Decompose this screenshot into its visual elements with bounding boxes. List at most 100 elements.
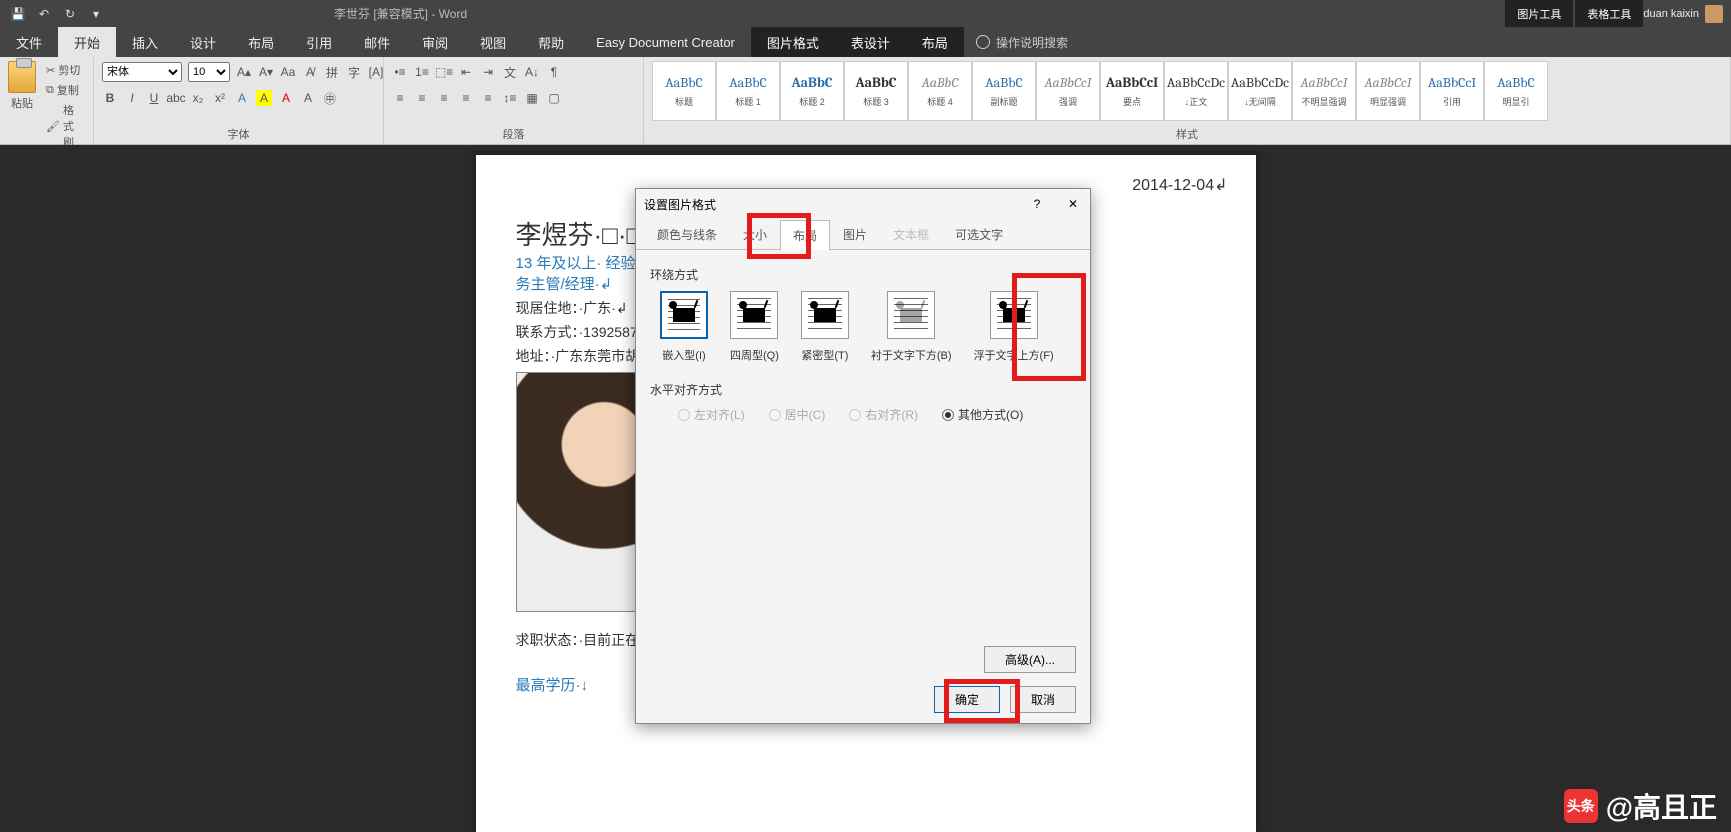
text-effects-icon[interactable]: A <box>234 90 250 106</box>
style-card[interactable]: AaBbC标题 3 <box>844 61 908 121</box>
tab-table-design[interactable]: 表设计 <box>835 27 906 57</box>
tab-insert[interactable]: 插入 <box>116 27 174 57</box>
sort-icon[interactable]: A↓ <box>524 64 540 80</box>
wrap-tight[interactable]: 紧密型(T) <box>801 291 849 363</box>
wrap-inline[interactable]: 嵌入型(I) <box>660 291 708 363</box>
tab-home[interactable]: 开始 <box>58 27 116 57</box>
phonetic-icon[interactable]: 拼 <box>324 64 340 80</box>
dlg-tab-textbox[interactable]: 文本框 <box>880 219 942 249</box>
align-left-icon[interactable]: ≡ <box>392 90 408 106</box>
show-marks-icon[interactable]: ¶ <box>546 64 562 80</box>
tab-help[interactable]: 帮助 <box>522 27 580 57</box>
tab-references[interactable]: 引用 <box>290 27 348 57</box>
tab-table-layout[interactable]: 布局 <box>906 27 964 57</box>
dialog-help-button[interactable]: ? <box>1028 197 1046 211</box>
format-painter-button[interactable]: 🖌格式刷 <box>44 101 85 151</box>
style-card[interactable]: AaBbC明显引 <box>1484 61 1548 121</box>
align-left-radio[interactable]: 左对齐(L) <box>678 406 745 423</box>
styles-gallery[interactable]: AaBbC标题AaBbC标题 1AaBbC标题 2AaBbC标题 3AaBbC标… <box>652 61 1548 121</box>
dlg-tab-picture[interactable]: 图片 <box>830 219 880 249</box>
font-color-icon[interactable]: A <box>278 90 294 106</box>
addr-value: ·广东·↲ <box>579 300 628 316</box>
save-icon[interactable]: 💾 <box>10 6 26 22</box>
align-other-radio[interactable]: 其他方式(O) <box>942 406 1023 423</box>
strike-button[interactable]: abc <box>168 90 184 106</box>
align-right-radio[interactable]: 右对齐(R) <box>849 406 918 423</box>
superscript-button[interactable]: x² <box>212 90 228 106</box>
dlg-tab-color[interactable]: 颜色与线条 <box>644 219 730 249</box>
borders-icon[interactable]: ▢ <box>546 90 562 106</box>
cancel-button[interactable]: 取消 <box>1010 686 1076 713</box>
style-card[interactable]: AaBbC标题 <box>652 61 716 121</box>
tab-picture-format[interactable]: 图片格式 <box>751 27 835 57</box>
bullets-icon[interactable]: •≡ <box>392 64 408 80</box>
font-size-select[interactable]: 10 <box>188 62 230 82</box>
tab-design[interactable]: 设计 <box>174 27 232 57</box>
multilevel-icon[interactable]: ⬚≡ <box>436 64 452 80</box>
asian-layout-icon[interactable]: 文 <box>502 64 518 80</box>
shading-icon[interactable]: ▦ <box>524 90 540 106</box>
style-card[interactable]: AaBbCcI不明显强调 <box>1292 61 1356 121</box>
ribbon-tabs: 文件 开始 插入 设计 布局 引用 邮件 审阅 视图 帮助 Easy Docum… <box>0 27 1731 57</box>
style-card[interactable]: AaBbCcDc↓正文 <box>1164 61 1228 121</box>
style-card[interactable]: AaBbC标题 2 <box>780 61 844 121</box>
tab-layout[interactable]: 布局 <box>232 27 290 57</box>
subscript-button[interactable]: x₂ <box>190 90 206 106</box>
paste-button[interactable]: 粘贴 <box>8 61 36 111</box>
dlg-tab-size[interactable]: 大小 <box>730 219 780 249</box>
align-right-icon[interactable]: ≡ <box>436 90 452 106</box>
style-card[interactable]: AaBbCcI明显强调 <box>1356 61 1420 121</box>
highlight-icon[interactable]: A <box>256 90 272 106</box>
ok-button[interactable]: 确定 <box>934 686 1000 713</box>
dog-icon <box>743 308 765 322</box>
wrap-behind[interactable]: 衬于文字下方(B) <box>871 291 952 363</box>
style-card[interactable]: AaBbC标题 4 <box>908 61 972 121</box>
char-border-icon[interactable]: [A] <box>368 64 384 80</box>
style-card[interactable]: AaBbCcI引用 <box>1420 61 1484 121</box>
italic-button[interactable]: I <box>124 90 140 106</box>
tab-file[interactable]: 文件 <box>0 27 58 57</box>
numbering-icon[interactable]: 1≡ <box>414 64 430 80</box>
tell-me[interactable]: 操作说明搜索 <box>964 27 1068 57</box>
style-card[interactable]: AaBbC标题 1 <box>716 61 780 121</box>
line-spacing-icon[interactable]: ↕≡ <box>502 90 518 106</box>
shrink-font-icon[interactable]: A▾ <box>258 64 274 80</box>
cut-button[interactable]: ✂剪切 <box>44 61 85 79</box>
copy-button[interactable]: ⧉复制 <box>44 81 85 99</box>
wrap-square[interactable]: 四周型(Q) <box>730 291 779 363</box>
increase-indent-icon[interactable]: ⇥ <box>480 64 496 80</box>
advanced-button[interactable]: 高级(A)... <box>984 646 1076 673</box>
style-card[interactable]: AaBbC副标题 <box>972 61 1036 121</box>
enclose-char-icon[interactable]: 字 <box>346 64 362 80</box>
align-center-icon[interactable]: ≡ <box>414 90 430 106</box>
bold-button[interactable]: B <box>102 90 118 106</box>
underline-button[interactable]: U <box>146 90 162 106</box>
tab-view[interactable]: 视图 <box>464 27 522 57</box>
clear-format-icon[interactable]: A̸ <box>302 64 318 80</box>
user-area[interactable]: duan kaixin <box>1643 5 1731 23</box>
distributed-icon[interactable]: ≡ <box>480 90 496 106</box>
tab-mailings[interactable]: 邮件 <box>348 27 406 57</box>
tab-review[interactable]: 审阅 <box>406 27 464 57</box>
wrap-front[interactable]: 浮于文字上方(F) <box>974 291 1054 363</box>
justify-icon[interactable]: ≡ <box>458 90 474 106</box>
char-shading-icon[interactable]: A <box>300 90 316 106</box>
dlg-tab-layout[interactable]: 布局 <box>780 220 830 250</box>
undo-icon[interactable]: ↶ <box>36 6 52 22</box>
dialog-close-button[interactable]: ✕ <box>1064 197 1082 211</box>
font-name-select[interactable]: 宋体 <box>102 62 182 82</box>
style-card[interactable]: AaBbCcI强调 <box>1036 61 1100 121</box>
style-card[interactable]: AaBbCcI要点 <box>1100 61 1164 121</box>
tab-edc[interactable]: Easy Document Creator <box>580 27 751 57</box>
style-card[interactable]: AaBbCcDc↓无间隔 <box>1228 61 1292 121</box>
change-case-icon[interactable]: Aa <box>280 64 296 80</box>
enclose-icon[interactable]: ㊥ <box>322 90 338 106</box>
decrease-indent-icon[interactable]: ⇤ <box>458 64 474 80</box>
dlg-tab-alt[interactable]: 可选文字 <box>942 219 1016 249</box>
align-center-radio[interactable]: 居中(C) <box>769 406 826 423</box>
scissors-icon: ✂ <box>46 64 55 77</box>
align-section-label: 水平对齐方式 <box>650 381 1076 398</box>
redo-icon[interactable]: ↻ <box>62 6 78 22</box>
qat-more-icon[interactable]: ▾ <box>88 6 104 22</box>
grow-font-icon[interactable]: A▴ <box>236 64 252 80</box>
